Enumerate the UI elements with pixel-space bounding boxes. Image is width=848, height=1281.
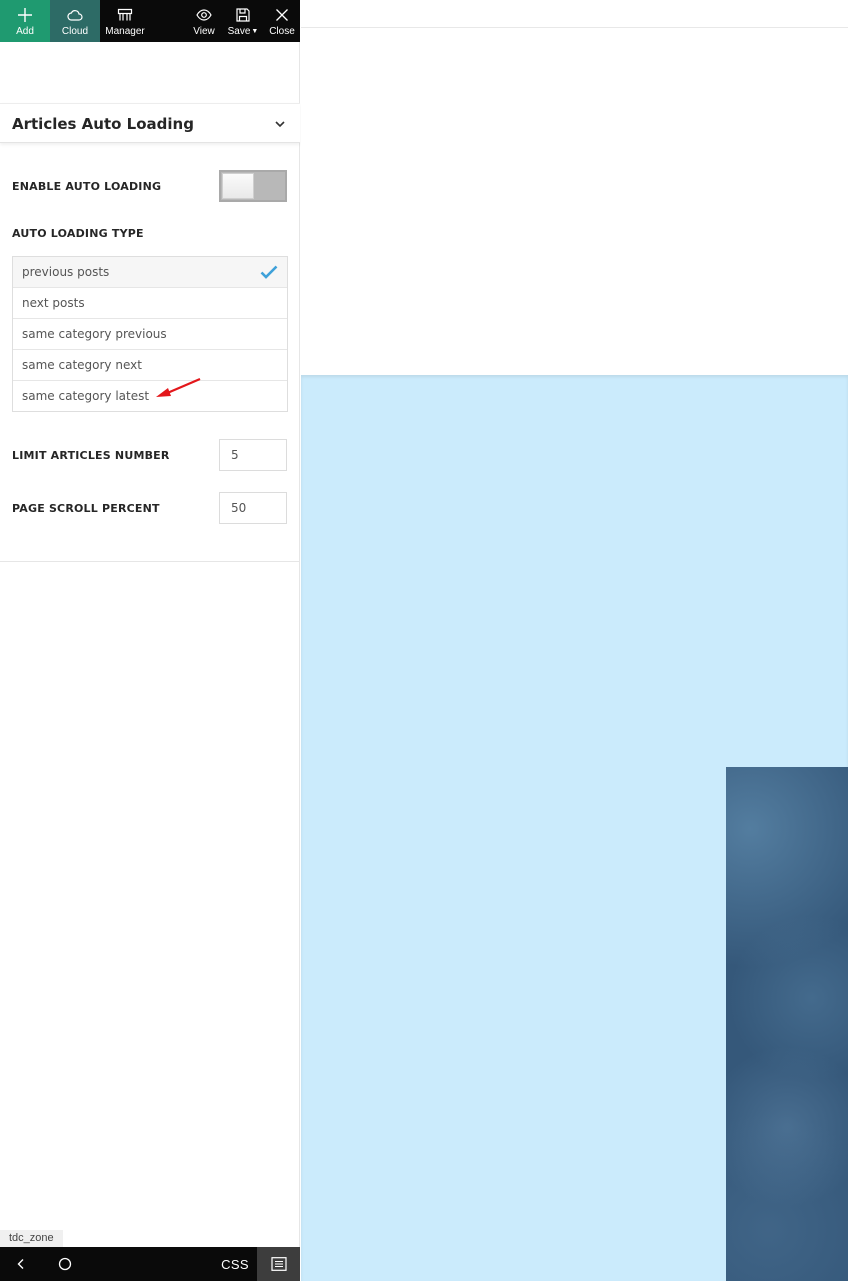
option-label: next posts — [22, 296, 85, 310]
view-button[interactable]: View — [187, 0, 221, 42]
chevron-left-icon — [17, 1259, 24, 1269]
circle-icon — [58, 1257, 72, 1271]
zone-tag[interactable]: tdc_zone — [0, 1230, 63, 1247]
cloud-icon — [67, 10, 83, 21]
eye-icon — [196, 9, 212, 21]
auto-loading-type-list: previous posts next posts same category pr… — [12, 256, 288, 412]
enable-auto-loading-toggle[interactable] — [219, 170, 287, 202]
toggle-knob — [222, 173, 254, 199]
save-text: Save — [227, 26, 251, 37]
preview-top-divider — [301, 27, 848, 28]
close-icon — [276, 9, 288, 21]
caret-down-icon: ▼ — [251, 28, 259, 35]
layers-button[interactable] — [257, 1247, 300, 1281]
close-button[interactable]: Close — [264, 0, 300, 42]
add-label: Add — [16, 26, 34, 37]
auto-loading-type-option[interactable]: next posts — [13, 288, 287, 319]
preview-image[interactable] — [726, 767, 848, 1281]
back-button[interactable] — [10, 1247, 32, 1281]
enable-auto-loading-label: ENABLE AUTO LOADING — [12, 180, 162, 193]
settings-panel: Add Cloud Manager View Save▼ Close Artic… — [0, 0, 300, 1281]
add-button[interactable]: Add — [0, 0, 50, 42]
manager-icon — [117, 8, 133, 21]
divider — [0, 561, 300, 562]
limit-articles-number-label: LIMIT ARTICLES NUMBER — [12, 449, 170, 462]
page-preview — [301, 0, 848, 1281]
list-icon — [270, 1257, 287, 1271]
section-header-articles-auto-loading[interactable]: Articles Auto Loading — [0, 103, 300, 143]
manager-button[interactable]: Manager — [100, 0, 150, 42]
view-label: View — [193, 26, 215, 37]
chevron-down-icon — [275, 121, 285, 128]
plus-icon — [18, 8, 32, 22]
save-label: Save▼ — [228, 26, 259, 38]
auto-loading-type-label: AUTO LOADING TYPE — [12, 227, 144, 240]
auto-loading-type-option[interactable]: same category next — [13, 350, 287, 381]
page-scroll-percent-label: PAGE SCROLL PERCENT — [12, 502, 160, 515]
limit-articles-number-input[interactable] — [219, 439, 287, 471]
auto-loading-type-option[interactable]: previous posts — [13, 257, 287, 288]
checkmark-icon — [260, 265, 278, 279]
option-label: same category next — [22, 358, 142, 372]
manager-label: Manager — [105, 26, 145, 37]
css-button[interactable]: CSS — [220, 1247, 250, 1281]
auto-loading-type-option[interactable]: same category latest — [13, 381, 287, 412]
cloud-label: Cloud — [61, 26, 89, 37]
section-title: Articles Auto Loading — [12, 115, 194, 133]
save-button[interactable]: Save▼ — [224, 0, 262, 42]
cloud-button[interactable]: Cloud — [50, 0, 100, 42]
option-label: same category latest — [22, 389, 150, 403]
page-scroll-percent-input[interactable] — [219, 492, 287, 524]
top-toolbar: Add Cloud Manager View Save▼ Close — [0, 0, 300, 42]
bottom-bar: CSS — [0, 1247, 300, 1281]
home-button[interactable] — [54, 1247, 76, 1281]
auto-loading-type-option[interactable]: same category previous — [13, 319, 287, 350]
option-label: previous posts — [22, 265, 110, 279]
floppy-disk-icon — [236, 8, 250, 22]
option-label: same category previous — [22, 327, 167, 341]
close-label: Close — [269, 26, 295, 37]
